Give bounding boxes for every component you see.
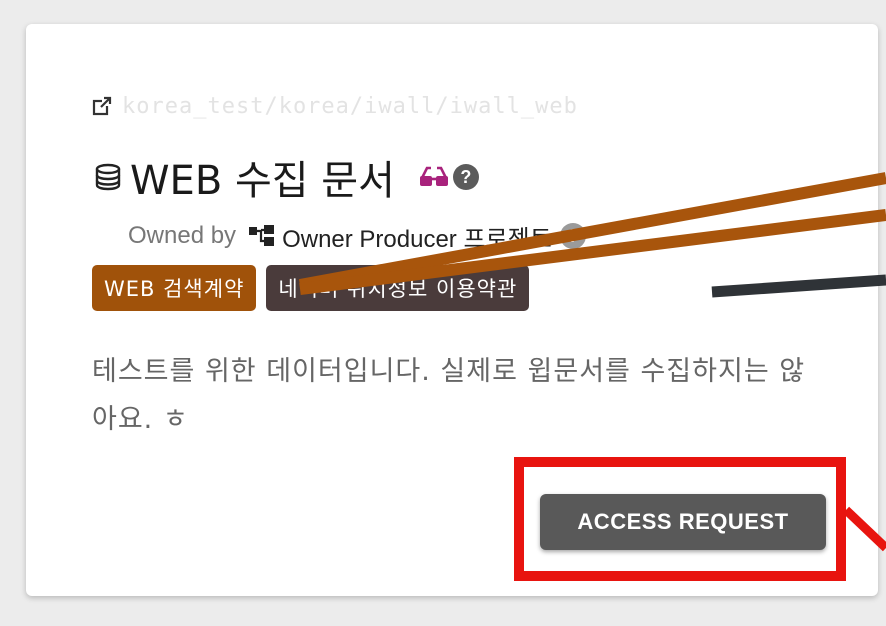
glasses-icon — [419, 164, 449, 190]
help-icon[interactable]: ? — [452, 164, 479, 190]
external-link-icon[interactable] — [92, 96, 112, 116]
dataset-description: 테스트를 위한 데이터입니다. 실제로 윕문서를 수집하지는 않아요. ㅎ — [92, 356, 806, 435]
highlight-box — [514, 457, 846, 581]
database-icon — [92, 161, 124, 193]
tags-row: WEB 검색계약 네이버 위치정보 이용약관 — [92, 264, 539, 312]
owner-help-icon[interactable]: ? — [559, 223, 586, 249]
tag-naver-location-terms[interactable]: 네이버 위치정보 이용약관 — [266, 265, 530, 311]
org-icon — [248, 224, 276, 248]
dataset-path[interactable]: korea_test/korea/iwall/iwall_web — [92, 92, 578, 120]
owned-by-label: Owned by — [128, 222, 237, 249]
path-text[interactable]: korea_test/korea/iwall/iwall_web — [122, 94, 578, 119]
tag-web-contract[interactable]: WEB 검색계약 — [92, 265, 257, 311]
page-title: WEB 수집 문서 — [130, 158, 395, 204]
owner-row: Owned by Owner Producer 프로젝트 ? — [128, 218, 586, 254]
owner-name[interactable]: Owner Producer 프로젝트 — [282, 219, 552, 254]
title-row: WEB 수집 문서 ? — [92, 148, 479, 206]
